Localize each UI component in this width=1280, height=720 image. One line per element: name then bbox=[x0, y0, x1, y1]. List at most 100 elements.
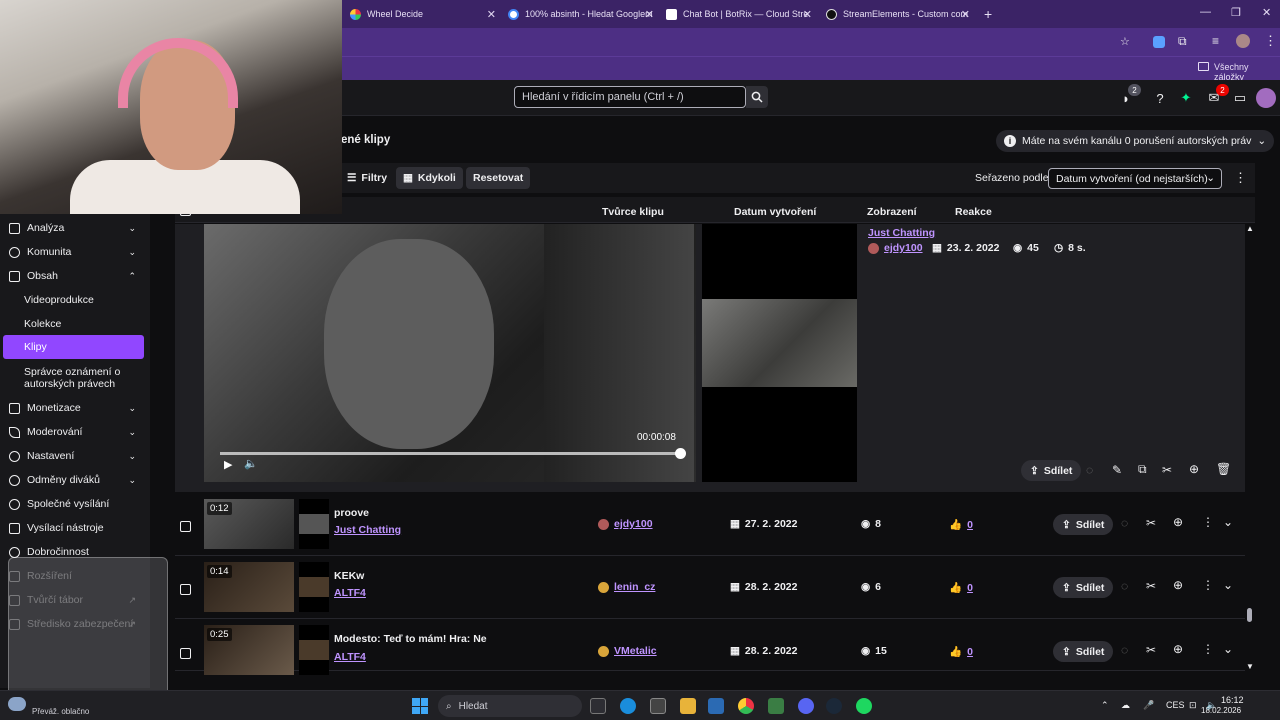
sidebar-item-collections[interactable]: Kolekce bbox=[24, 318, 61, 330]
menu-icon[interactable]: ⋮ bbox=[1264, 33, 1277, 49]
more-options-icon[interactable]: ⋮ bbox=[1202, 642, 1214, 656]
all-bookmarks-link[interactable]: Všechny záložky bbox=[1214, 62, 1280, 82]
add-icon[interactable]: ⊕ bbox=[1173, 578, 1183, 592]
spotify-icon[interactable] bbox=[856, 698, 872, 714]
windows-start-icon[interactable] bbox=[412, 698, 428, 714]
network-icon[interactable]: ⊡ bbox=[1189, 700, 1197, 711]
minimize-icon[interactable]: — bbox=[1200, 6, 1211, 18]
more-options-icon[interactable]: ⋮ bbox=[1202, 515, 1214, 529]
app-icon[interactable] bbox=[768, 698, 784, 714]
sidebar-item-analytics[interactable]: Analýza ⌄ bbox=[0, 216, 150, 240]
scroll-up-icon[interactable]: ▲ bbox=[1246, 224, 1254, 233]
scrollbar[interactable]: ▲ ▼ bbox=[1246, 224, 1254, 672]
reactions-link[interactable]: 0 bbox=[967, 646, 973, 658]
clip-video-player[interactable]: 00:00:08 ▶ 🔈 bbox=[204, 224, 696, 482]
reactions-link[interactable]: 0 bbox=[967, 582, 973, 594]
share-button[interactable]: ⇪ Sdílet bbox=[1021, 460, 1082, 481]
chevron-down-icon[interactable]: ⌄ bbox=[1223, 515, 1233, 529]
scrollbar-thumb[interactable] bbox=[1247, 608, 1252, 622]
mail-icon[interactable] bbox=[708, 698, 724, 714]
browser-tab[interactable]: Wheel Decide ✕ bbox=[350, 4, 496, 24]
volume-icon[interactable]: 🔈 bbox=[244, 457, 258, 470]
mic-icon[interactable]: 🎤 bbox=[1143, 700, 1154, 711]
scroll-down-icon[interactable]: ▼ bbox=[1246, 662, 1254, 671]
sidebar-item-stream-tools[interactable]: Vysílací nástroje bbox=[0, 516, 150, 540]
tray-chevron-icon[interactable]: ⌃ bbox=[1101, 700, 1109, 711]
table-row[interactable]: 0:14 KEKw ALTF4 lenin_cz ▦ 28. 2. 2022 ◉ 6… bbox=[175, 556, 1245, 619]
scissors-icon[interactable]: ✂ bbox=[1146, 643, 1156, 657]
profile-avatar[interactable] bbox=[1236, 34, 1250, 48]
search-input[interactable]: Hledání v řídicím panelu (Ctrl + /) bbox=[514, 86, 746, 108]
new-tab-button[interactable]: + bbox=[984, 4, 998, 24]
discord-icon[interactable] bbox=[798, 698, 814, 714]
browser-tab[interactable]: Chat Bot | BotRix — Cloud Stre ✕ bbox=[666, 4, 812, 24]
crown-icon[interactable]: ◗ 2 bbox=[1117, 84, 1141, 107]
sidebar-item-monetization[interactable]: Monetizace ⌄ bbox=[0, 396, 150, 420]
chrome-icon[interactable] bbox=[738, 698, 754, 714]
sidebar-item-content[interactable]: Obsah ⌃ bbox=[0, 264, 150, 288]
weather-icon[interactable] bbox=[8, 697, 26, 711]
steam-icon[interactable] bbox=[826, 698, 842, 714]
scissors-icon[interactable]: ✂ bbox=[1146, 516, 1156, 530]
maximize-icon[interactable]: ❐ bbox=[1231, 6, 1241, 19]
explorer-icon[interactable] bbox=[680, 698, 696, 714]
row-checkbox[interactable] bbox=[180, 648, 191, 659]
reactions-link[interactable]: 0 bbox=[967, 519, 973, 531]
clock-date[interactable]: 18.02.2026 bbox=[1201, 706, 1241, 715]
share-button[interactable]: ⇪ Sdílet bbox=[1053, 514, 1114, 535]
language-indicator[interactable]: CES bbox=[1166, 700, 1185, 710]
more-options-icon[interactable]: ⋮ bbox=[1202, 578, 1214, 592]
more-options-icon[interactable]: ⋮ bbox=[1234, 170, 1247, 186]
cloud-icon[interactable]: ☁ bbox=[1121, 700, 1130, 711]
video-progress-handle[interactable] bbox=[675, 448, 686, 459]
user-avatar[interactable] bbox=[1256, 88, 1276, 108]
play-icon[interactable]: ▶ bbox=[224, 458, 232, 471]
sidebar-item-clips[interactable]: Klipy bbox=[3, 335, 144, 359]
chevron-down-icon[interactable]: ⌄ bbox=[1223, 642, 1233, 656]
add-icon[interactable]: ⊕ bbox=[1189, 462, 1199, 476]
clip-thumbnail[interactable]: 0:12 bbox=[204, 499, 294, 549]
external-link-icon[interactable]: ⧉ bbox=[1138, 462, 1147, 477]
sort-select[interactable]: Datum vytvoření (od nejstarších) ⌄ bbox=[1048, 168, 1222, 189]
scissors-icon[interactable]: ✂ bbox=[1162, 463, 1172, 477]
share-button[interactable]: ⇪ Sdílet bbox=[1053, 577, 1114, 598]
row-checkbox[interactable] bbox=[180, 584, 191, 595]
puzzle-icon[interactable]: ⧉ bbox=[1178, 34, 1187, 49]
date-range-button[interactable]: ▦ Kdykoli bbox=[396, 167, 463, 189]
close-window-icon[interactable]: ✕ bbox=[1262, 6, 1271, 19]
add-icon[interactable]: ⊕ bbox=[1173, 642, 1183, 656]
close-icon[interactable]: ✕ bbox=[803, 8, 812, 21]
clip-title[interactable]: Modesto: Teď to mám! Hra: Ne bbox=[334, 633, 487, 645]
edge-icon[interactable] bbox=[620, 698, 636, 714]
clock-time[interactable]: 16:12 bbox=[1221, 695, 1244, 705]
delete-icon[interactable]: 🗑 bbox=[1216, 462, 1231, 476]
clip-thumbnail[interactable]: 0:25 bbox=[204, 625, 294, 675]
clip-category-link[interactable]: ALTF4 bbox=[334, 587, 366, 599]
close-icon[interactable]: ✕ bbox=[487, 8, 496, 21]
creator-link[interactable]: ejdy100 bbox=[614, 518, 653, 530]
sidebar-item-moderation[interactable]: Moderování ⌄ bbox=[0, 420, 150, 444]
clip-category-link[interactable]: Just Chatting bbox=[334, 524, 401, 536]
extension-icon[interactable] bbox=[1153, 36, 1165, 48]
clip-title[interactable]: proove bbox=[334, 507, 369, 519]
inbox-icon[interactable]: ✉ 2 bbox=[1205, 84, 1229, 107]
creator-link[interactable]: VMetalic bbox=[614, 645, 657, 657]
sidebar-item-video-producer[interactable]: Videoprodukce bbox=[24, 294, 94, 306]
column-header-date[interactable]: Datum vytvoření bbox=[734, 206, 816, 218]
sidebar-item-settings[interactable]: Nastavení ⌄ bbox=[0, 444, 150, 468]
column-header-reactions[interactable]: Reakce bbox=[955, 206, 992, 218]
chevron-down-icon[interactable]: ⌄ bbox=[1223, 578, 1233, 592]
filters-button[interactable]: ☰ Filtry bbox=[340, 167, 394, 189]
clip-title[interactable]: KEKw bbox=[334, 570, 364, 582]
taskbar-search[interactable]: ⌕ Hledat bbox=[438, 695, 582, 717]
scissors-icon[interactable]: ✂ bbox=[1146, 579, 1156, 593]
video-progress-bar[interactable] bbox=[220, 452, 682, 455]
browser-tab[interactable]: 100% absinth - Hledat Googlem ✕ bbox=[508, 4, 654, 24]
clip-category-link[interactable]: Just Chatting bbox=[868, 227, 935, 239]
media-icon[interactable]: ≡ bbox=[1212, 34, 1219, 48]
search-button[interactable] bbox=[746, 86, 768, 108]
gem-icon[interactable]: ✦ bbox=[1177, 89, 1195, 107]
help-icon[interactable]: ? bbox=[1151, 89, 1169, 107]
sidebar-item-viewer-rewards[interactable]: Odměny diváků ⌄ bbox=[0, 468, 150, 492]
close-icon[interactable]: ✕ bbox=[645, 8, 654, 21]
